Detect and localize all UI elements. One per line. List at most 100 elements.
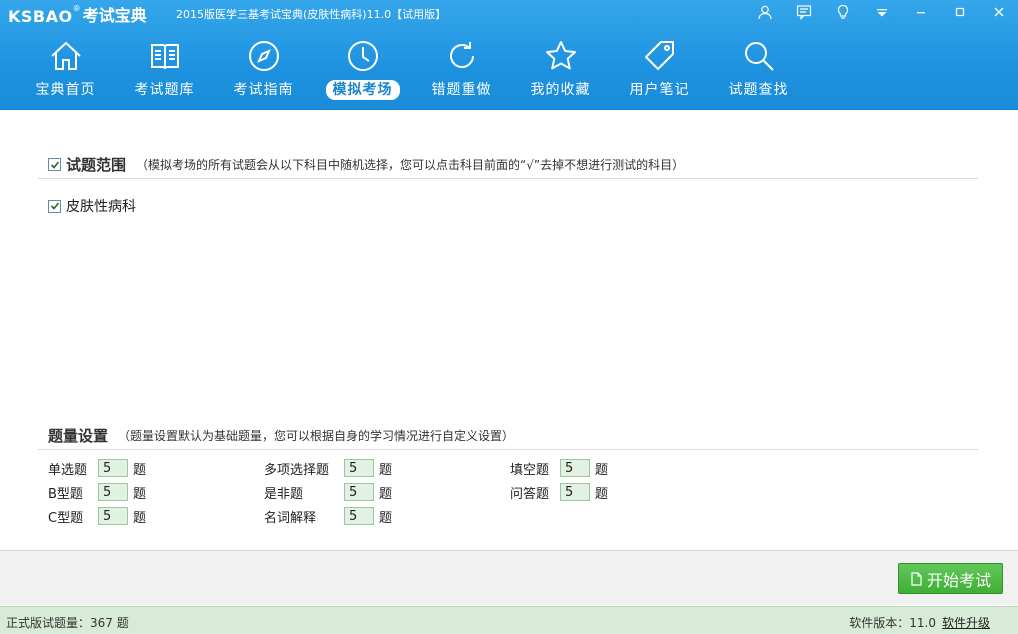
version-number: 11.0 (909, 616, 936, 630)
qty-true-false: 是非题 题 (264, 482, 392, 502)
qty-single-choice-input[interactable] (98, 459, 128, 477)
tag-icon (644, 41, 674, 70)
nav-mock-exam-label: 模拟考场 (325, 80, 400, 100)
qty-qa: 问答题 题 (510, 482, 608, 502)
app-logo: KSBAO ® 考试宝典 (8, 4, 147, 26)
nav-question-search[interactable]: 试题查找 (709, 38, 808, 102)
version-info: 软件版本：11.0 软件升级 (849, 614, 990, 631)
qty-type-b: B型题 题 (48, 482, 146, 502)
quantity-header: 题量设置 （题量设置默认为基础题量，您可以根据自身的学习情况进行自定义设置） (38, 422, 978, 450)
logo-text-en: KSBAO (8, 7, 73, 26)
check-icon (50, 202, 59, 210)
nav-question-bank[interactable]: 考试题库 (115, 38, 214, 102)
qty-type-c: C型题 题 (48, 506, 146, 526)
start-exam-button[interactable]: 开始考试 (898, 563, 1003, 594)
subject-checkbox[interactable] (48, 199, 61, 213)
user-button[interactable] (745, 0, 784, 24)
nav-mock-exam[interactable]: 模拟考场 (313, 38, 412, 102)
logo-registered-mark: ® (72, 4, 81, 13)
question-count: 正式版试题量：367 题 (6, 616, 129, 630)
book-icon (150, 44, 179, 70)
main-nav: 宝典首页 考试题库 考试指南 模拟考场 错题重做 我的收藏 用户笔记 试题查找 (16, 38, 808, 102)
top-bar: KSBAO ® 考试宝典 2015版医学三基考试宝典(皮肤性病科)11.0【试用… (0, 0, 1018, 110)
message-button[interactable] (784, 0, 823, 24)
nav-wrong-redo-label: 错题重做 (431, 82, 492, 98)
scope-checkbox[interactable] (48, 158, 61, 171)
maximize-button[interactable] (940, 0, 979, 24)
qty-label: 单选题 (48, 462, 88, 478)
qty-multi-choice-input[interactable] (344, 459, 374, 477)
scope-title: 试题范围 (66, 156, 127, 174)
version-label: 软件版本： (849, 616, 910, 630)
qty-type-b-input[interactable] (98, 483, 128, 501)
tips-button[interactable] (823, 0, 862, 24)
minimize-icon (916, 12, 925, 14)
dropdown-icon (876, 9, 887, 17)
user-icon (757, 5, 772, 20)
qty-label: B型题 (48, 486, 83, 502)
qty-true-false-input[interactable] (344, 483, 374, 501)
maximize-icon (955, 7, 964, 17)
window-title: 2015版医学三基考试宝典(皮肤性病科)11.0【试用版】 (176, 8, 447, 21)
scope-header: 试题范围 （模拟考场的所有试题会从以下科目中随机选择，您可以点击科目前面的“√”… (38, 151, 978, 179)
subject-option[interactable]: 皮肤性病科 (48, 196, 136, 216)
qty-label: 问答题 (510, 486, 550, 502)
qty-term-explanation: 名词解释 题 (264, 506, 392, 526)
minimize-button[interactable] (901, 0, 940, 24)
qty-unit: 题 (379, 486, 393, 502)
qty-fill-blank: 填空题 题 (510, 458, 608, 478)
qty-type-c-input[interactable] (98, 507, 128, 525)
qty-label: 填空题 (510, 462, 550, 478)
qty-label: 是非题 (264, 486, 304, 502)
window-controls (745, 0, 1018, 26)
qty-label: 名词解释 (264, 510, 317, 526)
start-exam-label: 开始考试 (926, 570, 991, 590)
qty-multi-choice: 多项选择题 题 (264, 458, 392, 478)
compass-icon (248, 41, 279, 71)
qty-unit: 题 (133, 462, 147, 478)
qty-fill-blank-input[interactable] (560, 459, 590, 477)
qty-unit: 题 (133, 486, 147, 502)
status-bar: 正式版试题量：367 题 软件版本：11.0 软件升级 (0, 606, 1018, 634)
document-icon (911, 571, 922, 586)
qty-unit: 题 (133, 510, 147, 526)
menu-button[interactable] (862, 0, 901, 24)
check-icon (50, 160, 59, 169)
search-icon (744, 42, 774, 71)
qty-unit: 题 (379, 510, 393, 526)
scope-description: （模拟考场的所有试题会从以下科目中随机选择，您可以点击科目前面的“√”去掉不想进… (136, 158, 685, 172)
star-icon (545, 41, 576, 70)
refresh-icon (449, 42, 474, 68)
nav-user-notes-label: 用户笔记 (629, 82, 690, 98)
nav-wrong-redo[interactable]: 错题重做 (412, 38, 511, 102)
close-button[interactable] (979, 0, 1018, 24)
lightbulb-icon (837, 4, 848, 19)
quantity-description: （题量设置默认为基础题量，您可以根据自身的学习情况进行自定义设置） (118, 429, 515, 443)
nav-favorites[interactable]: 我的收藏 (511, 38, 610, 102)
nav-question-search-label: 试题查找 (728, 82, 789, 98)
logo-text-cn: 考试宝典 (82, 6, 147, 25)
nav-home[interactable]: 宝典首页 (16, 38, 115, 102)
clock-icon (347, 41, 378, 71)
home-icon (50, 41, 81, 70)
nav-exam-guide-label: 考试指南 (233, 82, 294, 98)
action-area (0, 550, 1018, 605)
qty-unit: 题 (595, 486, 609, 502)
qty-single-choice: 单选题 题 (48, 458, 146, 478)
nav-exam-guide[interactable]: 考试指南 (214, 38, 313, 102)
message-icon (796, 5, 811, 20)
nav-home-label: 宝典首页 (35, 82, 96, 98)
nav-user-notes[interactable]: 用户笔记 (610, 38, 709, 102)
qty-term-explanation-input[interactable] (344, 507, 374, 525)
qty-unit: 题 (379, 462, 393, 478)
qty-qa-input[interactable] (560, 483, 590, 501)
qty-label: C型题 (48, 510, 84, 526)
upgrade-link[interactable]: 软件升级 (942, 616, 990, 630)
qty-label: 多项选择题 (264, 462, 330, 478)
subject-label: 皮肤性病科 (66, 199, 136, 215)
nav-question-bank-label: 考试题库 (134, 82, 195, 98)
qty-unit: 题 (595, 462, 609, 478)
close-icon (994, 7, 1003, 17)
nav-favorites-label: 我的收藏 (530, 82, 591, 98)
quantity-title: 题量设置 (48, 427, 109, 445)
